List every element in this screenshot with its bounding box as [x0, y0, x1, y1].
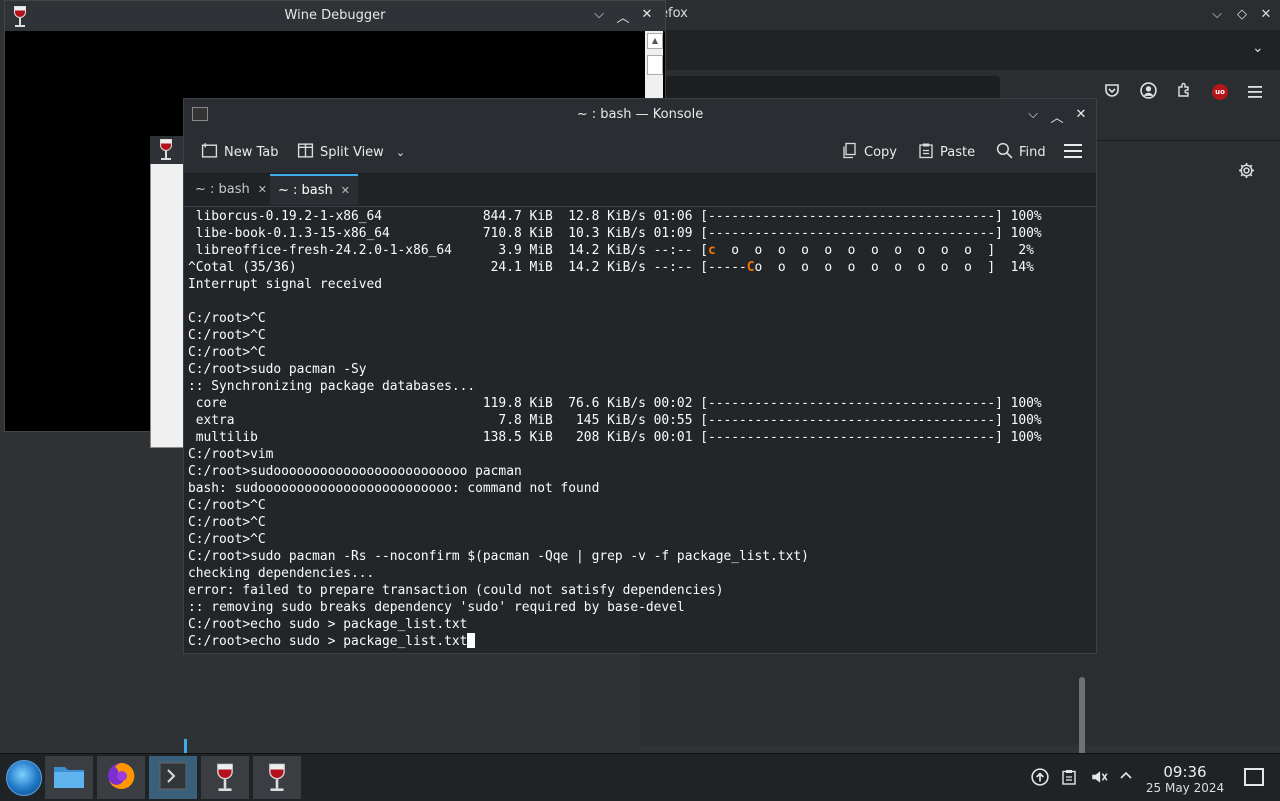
- wine-icon: [268, 763, 286, 792]
- terminal-output: liborcus-0.19.2-1-x86_64 844.7 KiB 12.8 …: [188, 208, 1042, 650]
- konsole-tabbar: ~ : bash ✕ ~ : bash ✕: [184, 174, 1096, 207]
- wine-minimize-button[interactable]: ⌵: [590, 7, 608, 22]
- chevron-up-icon[interactable]: [1119, 768, 1133, 786]
- tab-label: ~ : bash: [278, 183, 333, 198]
- split-view-icon: [297, 142, 314, 163]
- terminal-line: error: failed to prepare transaction (co…: [188, 583, 724, 598]
- firefox-close-button[interactable]: ✕: [1257, 6, 1275, 24]
- start-menu-button[interactable]: [6, 760, 42, 796]
- clock-date[interactable]: 25 May 2024: [1140, 781, 1230, 795]
- list-all-tabs-icon[interactable]: ⌄: [1252, 40, 1264, 56]
- firefox-icon: [106, 761, 136, 795]
- terminal-line: multilib 138.5 KiB 208 KiB/s 00:01 [----…: [188, 430, 1042, 445]
- chevron-down-icon[interactable]: ⌄: [396, 146, 405, 159]
- konsole-close-button[interactable]: ✕: [1072, 107, 1090, 122]
- terminal-line: :: removing sudo breaks dependency 'sudo…: [188, 600, 685, 615]
- terminal-line: C:/root>sudo pacman -Sy: [188, 362, 367, 377]
- terminal-line: C:/root>sudooooooooooooooooooooooooo pac…: [188, 464, 522, 479]
- scroll-up-icon[interactable]: ▲: [647, 33, 663, 49]
- terminal-scrollbar[interactable]: [1079, 677, 1085, 755]
- terminal-line: C:/root>vim: [188, 447, 274, 462]
- terminal-line: core 119.8 KiB 76.6 KiB/s 00:02 [-------…: [188, 396, 1042, 411]
- pocket-icon[interactable]: [1101, 82, 1123, 104]
- find-label: Find: [1019, 144, 1046, 160]
- terminal-line: libe-book-0.1.3-15-x86_64 710.8 KiB 10.3…: [188, 226, 1042, 241]
- new-tab-label: New Tab: [224, 144, 279, 160]
- close-tab-icon[interactable]: ✕: [341, 184, 350, 197]
- tab-bash-2[interactable]: ~ : bash ✕: [270, 174, 358, 205]
- terminal-line: C:/root>^C: [188, 328, 266, 343]
- wine-icon: [159, 139, 173, 161]
- terminal-icon: [159, 762, 187, 794]
- split-view-label: Split View: [320, 144, 384, 160]
- paste-icon: [918, 142, 934, 163]
- gear-icon[interactable]: [1238, 162, 1255, 184]
- terminal-line: bash: sudooooooooooooooooooooooooo: comm…: [188, 481, 600, 496]
- show-desktop-icon[interactable]: [1244, 768, 1264, 786]
- terminal-line: checking dependencies...: [188, 566, 375, 581]
- wine-scroll-thumb[interactable]: [647, 55, 663, 75]
- terminal-line: C:/root>echo sudo > package_list.txt: [188, 633, 1042, 650]
- copy-icon: [842, 142, 858, 163]
- terminal-line: libreoffice-fresh-24.2.0-1-x86_64 3.9 Mi…: [188, 243, 1034, 258]
- new-tab-icon: [201, 142, 218, 163]
- terminal-line: :: Synchronizing package databases...: [188, 379, 476, 394]
- konsole-minimize-button[interactable]: ⌵: [1024, 107, 1042, 122]
- extensions-icon[interactable]: [1173, 82, 1195, 104]
- paste-button[interactable]: Paste: [918, 141, 975, 163]
- account-icon[interactable]: [1137, 82, 1159, 104]
- search-icon: [996, 142, 1013, 163]
- find-button[interactable]: Find: [996, 141, 1046, 163]
- terminal-line: C:/root>^C: [188, 498, 266, 513]
- close-tab-icon[interactable]: ✕: [258, 183, 267, 196]
- updates-icon[interactable]: [1031, 768, 1049, 790]
- taskbar-file-manager[interactable]: [45, 756, 93, 799]
- taskbar-konsole[interactable]: [149, 756, 197, 799]
- terminal-line: C:/root>echo sudo > package_list.txt: [188, 617, 468, 632]
- terminal-line: C:/root>^C: [188, 532, 266, 547]
- menu-icon[interactable]: [1244, 82, 1266, 104]
- volume-muted-icon[interactable]: [1090, 768, 1108, 790]
- terminal-line: C:/root>sudo pacman -Rs --noconfirm $(pa…: [188, 549, 809, 564]
- terminal-area[interactable]: liborcus-0.19.2-1-x86_64 844.7 KiB 12.8 …: [184, 207, 1096, 759]
- konsole-toolbar: New Tab Split View ⌄ Copy Paste Find: [184, 131, 1096, 174]
- copy-label: Copy: [864, 144, 897, 160]
- terminal-line: Interrupt signal received: [188, 277, 383, 292]
- paste-label: Paste: [940, 144, 976, 160]
- terminal-cursor: [467, 633, 476, 648]
- terminal-line: ^Cotal (35/36) 24.1 MiB 14.2 KiB/s --:--…: [188, 260, 1034, 275]
- tab-label: ~ : bash: [195, 182, 250, 197]
- taskbar-wine-2[interactable]: [253, 756, 301, 799]
- terminal-line: C:/root>^C: [188, 515, 266, 530]
- wine-close-button[interactable]: ✕: [638, 7, 656, 22]
- clock-time[interactable]: 09:36: [1140, 763, 1230, 781]
- wine-maximize-button[interactable]: ︿: [614, 7, 632, 26]
- wine-title: Wine Debugger: [284, 8, 386, 23]
- split-view-button[interactable]: Split View ⌄: [297, 141, 405, 163]
- taskbar-firefox[interactable]: [97, 756, 145, 799]
- wine-icon: [216, 763, 234, 792]
- firefox-maximize-button[interactable]: ◇: [1233, 6, 1251, 24]
- new-tab-button[interactable]: New Tab: [201, 141, 279, 163]
- konsole-maximize-button[interactable]: ︿: [1048, 107, 1066, 126]
- taskbar-wine-1[interactable]: [201, 756, 249, 799]
- clipboard-icon[interactable]: [1061, 768, 1077, 790]
- taskbar: 09:36 25 May 2024: [0, 753, 1280, 801]
- tab-bash-1[interactable]: ~ : bash ✕: [187, 174, 275, 205]
- copy-button[interactable]: Copy: [842, 141, 897, 163]
- firefox-tabbar: [640, 30, 1280, 70]
- firefox-minimize-button[interactable]: ⌵: [1208, 6, 1226, 24]
- terminal-line: C:/root>^C: [188, 345, 266, 360]
- firefox-titlebar[interactable]: [640, 0, 1280, 30]
- ublock-icon[interactable]: uo: [1212, 84, 1228, 100]
- hamburger-menu-icon[interactable]: [1064, 143, 1082, 162]
- terminal-line: liborcus-0.19.2-1-x86_64 844.7 KiB 12.8 …: [188, 209, 1042, 224]
- konsole-title: ~ : bash — Konsole: [576, 107, 704, 122]
- terminal-line: extra 7.8 MiB 145 KiB/s 00:55 [---------…: [188, 413, 1042, 428]
- folder-icon: [53, 763, 85, 793]
- konsole-window: ~ : bash — Konsole ⌵ ︿ ✕ New Tab Split V…: [183, 98, 1097, 759]
- terminal-line: C:/root>^C: [188, 311, 266, 326]
